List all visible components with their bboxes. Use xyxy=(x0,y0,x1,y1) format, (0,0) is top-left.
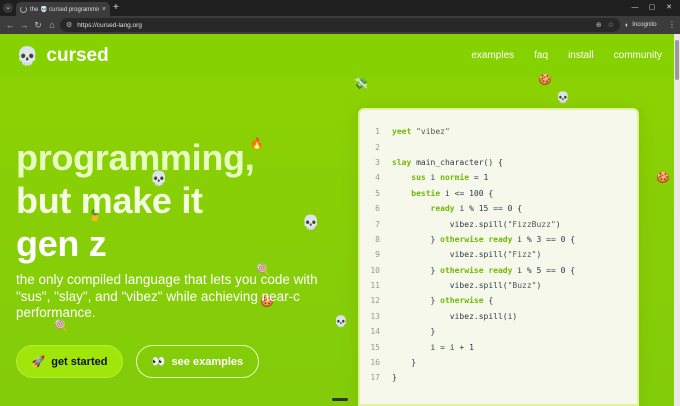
code-line: 7 vibez.spill("FizzBuzz") xyxy=(375,219,561,229)
home-button[interactable]: ⌂ xyxy=(46,19,58,31)
cash-icon: 💸 xyxy=(354,78,368,90)
url-text: https://cursed-lang.org xyxy=(77,21,142,29)
browser-menu-icon[interactable]: ⋮ xyxy=(668,19,676,31)
tab-search-button[interactable]: ⌄ xyxy=(3,3,13,13)
loading-icon xyxy=(20,5,27,13)
skull-icon: 💀 xyxy=(16,46,39,66)
code-line: 6 ready i % 15 == 0 { xyxy=(375,204,523,214)
browser-tab[interactable]: the 💀 cursed programming lan × xyxy=(16,2,110,16)
logo-text: cursed xyxy=(46,45,109,66)
cookie-icon: 🍪 xyxy=(656,172,670,184)
incognito-indicator[interactable]: ◐ Incognito xyxy=(625,18,657,32)
reload-button[interactable]: ↻ xyxy=(32,19,44,31)
code-line: 3 slay main_character() { xyxy=(375,157,503,167)
code-line: 17} xyxy=(370,373,397,383)
nav-link-community[interactable]: community xyxy=(614,50,662,61)
code-example-card: 1 yeet "vibez" 2 3 slay main_character() {… xyxy=(358,108,639,406)
lollipop-icon: 🍭 xyxy=(54,320,68,332)
maximize-button[interactable]: ▢ xyxy=(645,2,659,14)
code-line: 13 vibez.spill(i) xyxy=(370,311,518,321)
skull-icon: 💀 xyxy=(556,92,570,104)
hero-title: programming, but make it gen z xyxy=(16,136,336,265)
site-navbar: 💀 cursed examples faq install community xyxy=(0,34,674,78)
new-tab-button[interactable]: + xyxy=(113,2,119,14)
code-line: 2 xyxy=(375,142,380,152)
hero-title-line-1: programming, xyxy=(16,137,255,178)
hero-title-line-3: gen z xyxy=(16,223,107,264)
address-bar[interactable]: ⚙ https://cursed-lang.org ⊕ ☆ xyxy=(60,18,620,32)
code-line: 4 sus i normie = 1 xyxy=(375,173,489,183)
see-examples-button[interactable]: 👀 see examples xyxy=(136,345,259,378)
site-info-icon[interactable]: ⚙ xyxy=(66,21,72,29)
scrollbar-thumb[interactable] xyxy=(675,40,679,80)
tab-title: the 💀 cursed programming lan xyxy=(30,6,99,13)
code-line: 11 vibez.spill("Buzz") xyxy=(370,281,542,291)
get-started-label: get started xyxy=(51,355,108,368)
incognito-icon: ◐ xyxy=(625,21,630,29)
code-line: 9 vibez.spill("Fizz") xyxy=(375,250,542,260)
close-tab-icon[interactable]: × xyxy=(102,6,106,13)
code-line: 12 } otherwise { xyxy=(370,296,494,306)
get-started-button[interactable]: 🚀 get started xyxy=(16,345,123,378)
hero-subtitle: the only compiled language that lets you… xyxy=(16,272,318,320)
cookie-icon: 🍪 xyxy=(538,74,552,86)
page-viewport: 💀 cursed examples faq install community … xyxy=(0,34,674,406)
eyes-icon: 👀 xyxy=(151,356,166,368)
browser-toolbar: ← → ↻ ⌂ ⚙ https://cursed-lang.org ⊕ ☆ ◐ … xyxy=(0,16,680,34)
see-examples-label: see examples xyxy=(171,355,244,368)
minimize-button[interactable]: — xyxy=(628,2,642,14)
zoom-icon[interactable]: ⊕ xyxy=(596,21,602,29)
browser-tabstrip: ⌄ the 💀 cursed programming lan × + — ▢ ✕ xyxy=(0,0,680,16)
code-line: 14 } xyxy=(370,327,436,337)
scroll-indicator xyxy=(332,398,348,401)
bookmark-star-icon[interactable]: ☆ xyxy=(608,21,614,29)
code-line: 1 yeet "vibez" xyxy=(375,127,450,137)
nav-link-faq[interactable]: faq xyxy=(534,50,548,61)
rocket-icon: 🚀 xyxy=(31,356,46,368)
site-logo[interactable]: 💀 cursed xyxy=(16,45,109,67)
code-line: 10 } otherwise ready i % 5 == 0 { xyxy=(370,265,576,275)
incognito-label: Incognito xyxy=(632,22,657,28)
code-line: 5 bestie i <= 100 { xyxy=(375,188,494,198)
nav-link-install[interactable]: install xyxy=(568,50,594,61)
nav-link-examples[interactable]: examples xyxy=(471,50,514,61)
page-scrollbar[interactable] xyxy=(674,34,680,406)
hero-title-line-2: but make it xyxy=(16,180,203,221)
back-button[interactable]: ← xyxy=(4,19,16,31)
code-line: 8 } otherwise ready i % 3 == 0 { xyxy=(375,234,576,244)
code-line: 16 } xyxy=(370,358,417,368)
code-line: 15 i = i + 1 xyxy=(370,342,474,352)
close-window-button[interactable]: ✕ xyxy=(662,2,676,14)
forward-button[interactable]: → xyxy=(18,19,30,31)
nav-links: examples faq install community xyxy=(471,50,662,61)
